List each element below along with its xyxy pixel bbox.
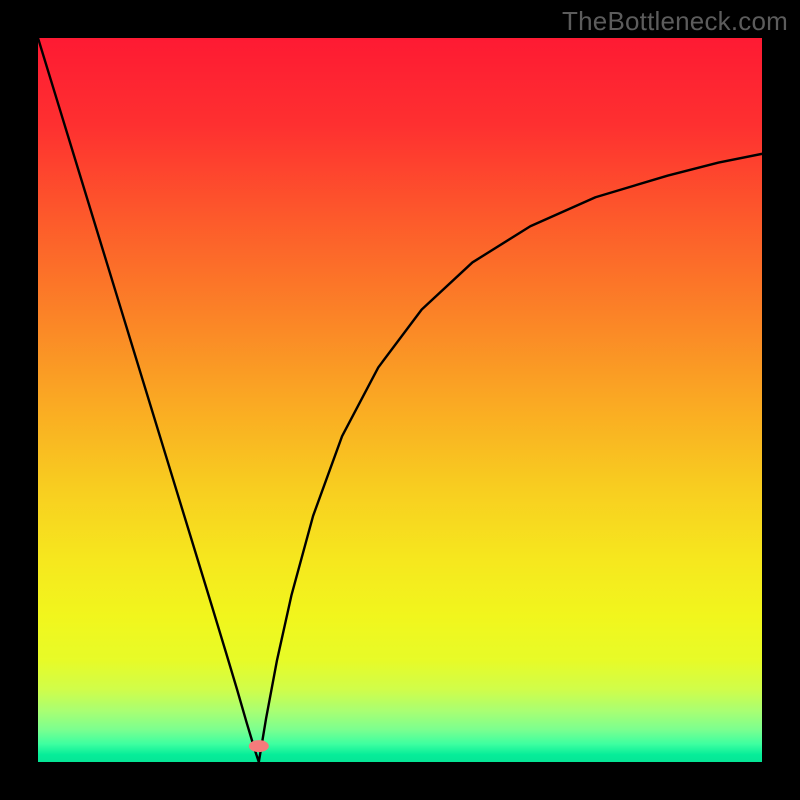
optimum-marker bbox=[249, 740, 269, 752]
chart-container: TheBottleneck.com bbox=[0, 0, 800, 800]
plot-area bbox=[38, 38, 762, 762]
bottleneck-chart bbox=[38, 38, 762, 762]
watermark-text: TheBottleneck.com bbox=[562, 6, 788, 37]
gradient-background bbox=[38, 38, 762, 762]
